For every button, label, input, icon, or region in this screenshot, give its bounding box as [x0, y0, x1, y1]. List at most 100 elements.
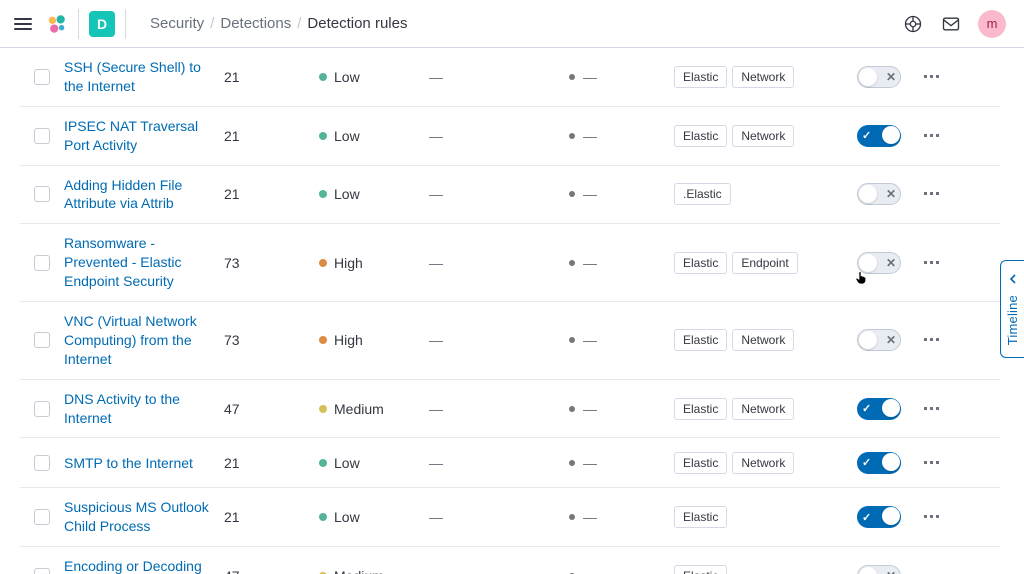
activate-toggle[interactable]: ✓✕: [857, 329, 901, 351]
severity-label: Medium: [334, 401, 384, 417]
tag-badge[interactable]: Network: [732, 398, 794, 420]
row-actions-button[interactable]: [914, 134, 950, 138]
tag-badge[interactable]: Elastic: [674, 565, 727, 574]
severity-label: Low: [334, 69, 360, 85]
tag-badge[interactable]: Endpoint: [732, 252, 797, 274]
row-actions-button[interactable]: [914, 75, 950, 79]
tag-badge[interactable]: Elastic: [674, 252, 727, 274]
tag-badge[interactable]: Network: [732, 452, 794, 474]
header-divider: [78, 9, 79, 39]
row-checkbox[interactable]: [34, 69, 50, 85]
activate-toggle[interactable]: ✓✕: [857, 398, 901, 420]
app-header: D Security / Detections / Detection rule…: [0, 0, 1024, 48]
activate-toggle[interactable]: ✓✕: [857, 452, 901, 474]
tag-badge[interactable]: Elastic: [674, 66, 727, 88]
tag-badge[interactable]: Network: [732, 329, 794, 351]
breadcrumb-detection-rules: Detection rules: [307, 15, 407, 32]
status-dot-icon: [569, 191, 575, 197]
table-row: Suspicious MS Outlook Child Process 21Low…: [20, 488, 1000, 547]
row-checkbox[interactable]: [34, 401, 50, 417]
tag-badge[interactable]: Network: [732, 125, 794, 147]
row-checkbox[interactable]: [34, 186, 50, 202]
tag-badge[interactable]: Elastic: [674, 506, 727, 528]
severity-label: High: [334, 255, 363, 271]
status-dot-icon: [569, 460, 575, 466]
tags-cell: Elastic: [674, 506, 844, 528]
activate-toggle[interactable]: ✓✕: [857, 506, 901, 528]
menu-toggle-icon[interactable]: [10, 14, 36, 34]
tags-cell: ElasticNetwork: [674, 398, 844, 420]
rule-name-link[interactable]: IPSEC NAT Traversal Port Activity: [64, 118, 198, 153]
row-actions-button[interactable]: [914, 192, 950, 196]
tags-cell: ElasticNetwork: [674, 66, 844, 88]
row-checkbox[interactable]: [34, 332, 50, 348]
row-checkbox[interactable]: [34, 128, 50, 144]
risk-score: 73: [224, 332, 319, 348]
activate-toggle[interactable]: ✓✕: [857, 66, 901, 88]
space-selector[interactable]: D: [89, 11, 115, 37]
tag-badge[interactable]: Elastic: [674, 452, 727, 474]
severity-label: Low: [334, 128, 360, 144]
rule-name-link[interactable]: Suspicious MS Outlook Child Process: [64, 499, 209, 534]
severity-dot-icon: [319, 405, 327, 413]
severity-cell: Low: [319, 128, 429, 144]
last-run-cell: —: [429, 401, 569, 417]
table-row: Ransomware - Prevented - Elastic Endpoin…: [20, 224, 1000, 302]
row-actions-button[interactable]: [914, 261, 950, 265]
rule-name-link[interactable]: Encoding or Decoding Files via CertUtil: [64, 558, 202, 574]
help-icon[interactable]: [902, 13, 924, 35]
severity-dot-icon: [319, 259, 327, 267]
severity-cell: Low: [319, 69, 429, 85]
newsfeed-icon[interactable]: [940, 13, 962, 35]
activate-toggle[interactable]: ✓✕: [857, 183, 901, 205]
row-checkbox[interactable]: [34, 568, 50, 574]
severity-cell: Low: [319, 509, 429, 525]
tag-badge[interactable]: Elastic: [674, 329, 727, 351]
rule-name-link[interactable]: VNC (Virtual Network Computing) from the…: [64, 313, 197, 367]
severity-cell: Medium: [319, 401, 429, 417]
severity-label: Low: [334, 455, 360, 471]
user-avatar[interactable]: m: [978, 10, 1006, 38]
status-dot-icon: [569, 260, 575, 266]
row-checkbox[interactable]: [34, 255, 50, 271]
rule-name-link[interactable]: DNS Activity to the Internet: [64, 391, 180, 426]
tag-badge[interactable]: Elastic: [674, 125, 727, 147]
activate-toggle[interactable]: ✓✕: [857, 252, 901, 274]
status-dot-icon: [569, 133, 575, 139]
rules-table: SSH (Secure Shell) to the Internet21Low—…: [0, 48, 1024, 574]
row-actions-button[interactable]: [914, 338, 950, 342]
severity-cell: Low: [319, 186, 429, 202]
activate-toggle[interactable]: ✓✕: [857, 125, 901, 147]
tag-badge[interactable]: Network: [732, 66, 794, 88]
breadcrumb-detections[interactable]: Detections: [220, 15, 291, 32]
check-icon: ✓: [862, 511, 871, 524]
tag-badge[interactable]: .Elastic: [674, 183, 731, 205]
row-checkbox[interactable]: [34, 455, 50, 471]
activate-toggle[interactable]: ✓✕: [857, 565, 901, 574]
severity-dot-icon: [319, 132, 327, 140]
timeline-flyout-toggle[interactable]: Timeline: [1000, 260, 1024, 358]
elastic-logo-icon[interactable]: [46, 13, 68, 35]
tag-badge[interactable]: Elastic: [674, 398, 727, 420]
severity-label: Low: [334, 186, 360, 202]
rule-name-link[interactable]: SMTP to the Internet: [64, 455, 193, 471]
row-actions-button[interactable]: [914, 461, 950, 465]
tags-cell: .Elastic: [674, 183, 844, 205]
risk-score: 73: [224, 255, 319, 271]
rule-name-link[interactable]: SSH (Secure Shell) to the Internet: [64, 59, 201, 94]
risk-score: 21: [224, 186, 319, 202]
row-actions-button[interactable]: [914, 515, 950, 519]
rule-name-link[interactable]: Ransomware - Prevented - Elastic Endpoin…: [64, 235, 182, 289]
last-run-cell: —: [429, 128, 569, 144]
status-dot-icon: [569, 337, 575, 343]
row-checkbox[interactable]: [34, 509, 50, 525]
severity-label: High: [334, 332, 363, 348]
breadcrumb-security[interactable]: Security: [150, 15, 204, 32]
rule-name-link[interactable]: Adding Hidden File Attribute via Attrib: [64, 177, 182, 212]
row-actions-button[interactable]: [914, 407, 950, 411]
last-response-cell: —: [569, 69, 674, 85]
check-icon: ✓: [862, 129, 871, 142]
status-dot-icon: [569, 514, 575, 520]
breadcrumb-separator: /: [210, 15, 214, 32]
risk-score: 21: [224, 509, 319, 525]
